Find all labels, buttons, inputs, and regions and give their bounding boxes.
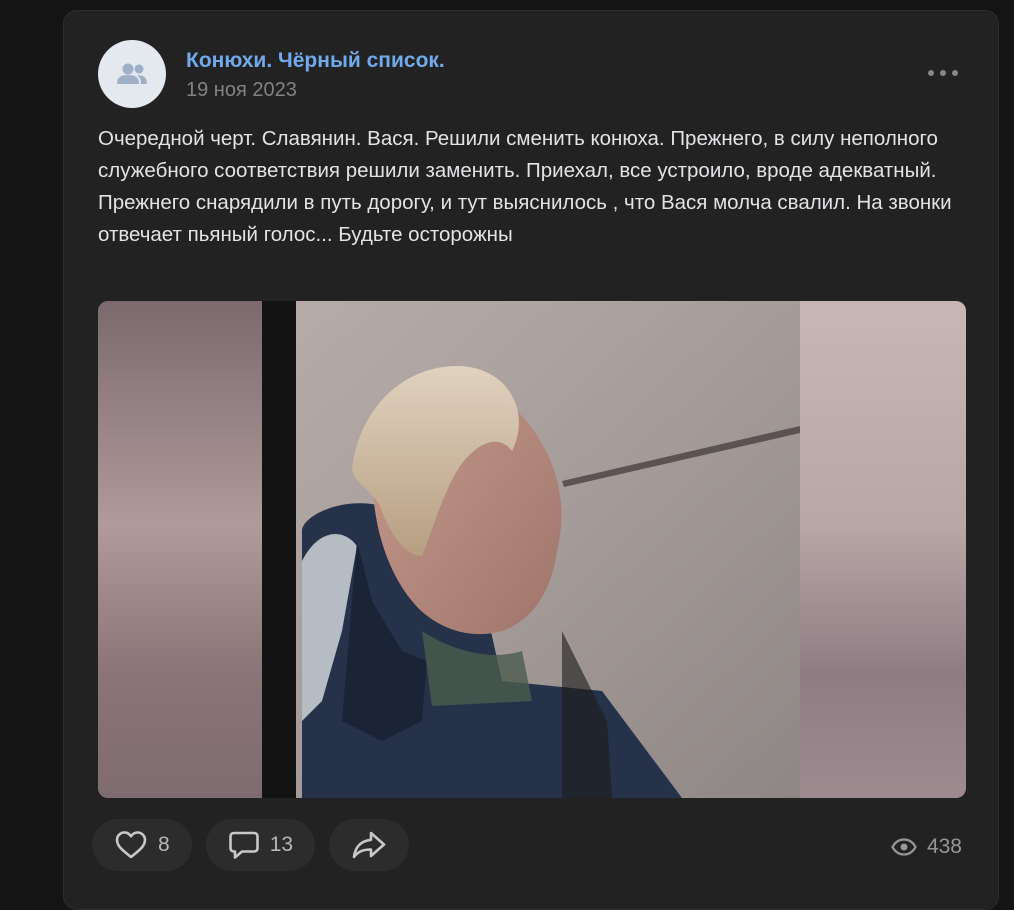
- share-icon: [352, 831, 386, 859]
- post-photo[interactable]: [98, 301, 966, 798]
- heart-icon: [115, 831, 147, 859]
- comment-button[interactable]: 13: [205, 819, 316, 871]
- eye-icon: [891, 838, 917, 856]
- comment-icon: [228, 831, 259, 859]
- views-count: 438: [926, 835, 962, 858]
- post-actions: 8 13: [92, 819, 410, 871]
- group-icon: [117, 63, 147, 84]
- photo-image: [262, 301, 800, 798]
- post-card: Конюхи. Чёрный список. 19 ноя 2023 Очере…: [63, 10, 999, 910]
- photo-blur-left: [98, 301, 262, 798]
- post-text: Очередной черт. Славянин. Вася. Решили с…: [98, 127, 952, 246]
- post-date[interactable]: 19 ноя 2023: [186, 79, 297, 102]
- like-count: 8: [158, 833, 170, 856]
- share-button[interactable]: [329, 819, 410, 871]
- like-button[interactable]: 8: [92, 819, 192, 871]
- photo-blur-right: [800, 301, 966, 798]
- post-author[interactable]: Конюхи. Чёрный список.: [186, 49, 445, 73]
- more-horizontal-icon[interactable]: [928, 63, 958, 83]
- views-counter: 438: [891, 835, 962, 859]
- comment-count: 13: [269, 833, 294, 856]
- avatar[interactable]: [98, 40, 166, 108]
